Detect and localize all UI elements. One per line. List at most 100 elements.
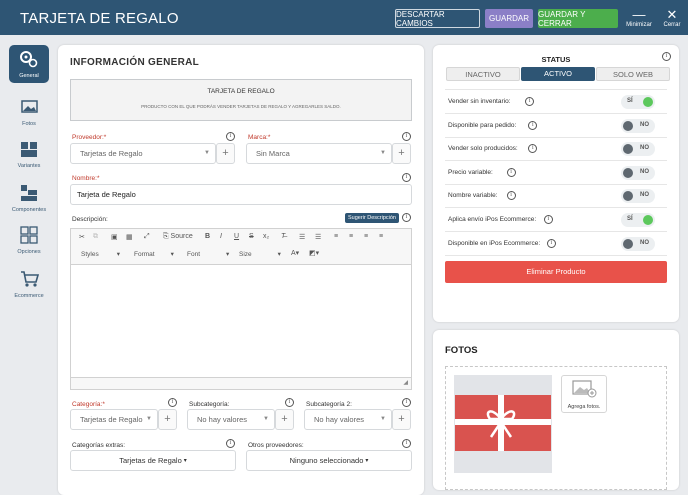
copy-icon[interactable]: ⧉ — [93, 233, 98, 241]
sidebar-item-general[interactable]: General — [9, 45, 49, 83]
align-center-icon[interactable]: ≡ — [349, 233, 353, 240]
other-providers-select[interactable]: Ninguno seleccionado ▾ — [246, 450, 412, 471]
status-row-label: Nombre variable: — [448, 192, 498, 200]
toggle-switch[interactable]: NO — [621, 118, 655, 133]
background-color-icon[interactable]: ◩▾ — [309, 249, 319, 257]
format-dropdown[interactable]: Format ▾ — [134, 250, 174, 258]
provider-select[interactable]: Tarjetas de Regalo ▼ — [70, 143, 216, 164]
delete-product-button[interactable]: Eliminar Producto — [445, 261, 667, 283]
info-icon[interactable]: i — [402, 173, 411, 182]
underline-icon[interactable]: U — [234, 233, 239, 240]
required-mark: * — [267, 134, 271, 141]
add-brand-button[interactable]: + — [392, 143, 411, 164]
size-dropdown[interactable]: Size ▾ — [239, 250, 281, 258]
status-tab-inactive[interactable]: INACTIVO — [446, 67, 520, 81]
align-left-icon[interactable]: ≡ — [334, 233, 338, 240]
window-header: TARJETA DE REGALO DESCARTAR CAMBIOS GUAR… — [0, 0, 688, 35]
add-category-button[interactable]: + — [158, 409, 177, 430]
toggle-switch[interactable]: SÍ — [621, 213, 655, 227]
sidebar-item-photos[interactable]: Fotos — [9, 97, 49, 127]
suggest-description-button[interactable]: Sugerir Descripción — [345, 213, 399, 223]
status-row-label: Disponible para pedido: — [448, 121, 517, 129]
info-icon[interactable]: i — [402, 132, 411, 141]
source-button[interactable]: ⎘ Source — [163, 233, 193, 241]
maximize-icon[interactable]: ⤢ — [144, 233, 150, 241]
strikethrough-icon[interactable]: S — [249, 233, 254, 240]
add-provider-button[interactable]: + — [216, 143, 235, 164]
subcategory-value: No hay valores — [197, 415, 248, 424]
sidebar-item-ecommerce[interactable]: Ecommerce — [9, 269, 49, 299]
save-button[interactable]: GUARDAR — [485, 9, 533, 28]
toggle-switch[interactable]: NO — [621, 236, 655, 251]
font-dropdown[interactable]: Font ▾ — [187, 250, 229, 258]
bold-icon[interactable]: B — [205, 233, 210, 240]
status-tab-active[interactable]: ACTIVO — [521, 67, 595, 81]
status-row-label: Vender sin inventario: — [448, 98, 511, 105]
category-label-text: Categoría: — [72, 401, 103, 408]
sidebar-item-options[interactable]: Opciones — [9, 225, 49, 255]
sidebar-item-components[interactable]: Componentes — [9, 183, 49, 213]
subscript-icon[interactable]: x₂ — [263, 233, 269, 240]
save-and-close-button[interactable]: GUARDAR Y CERRAR — [538, 9, 618, 28]
justify-icon[interactable]: ≡ — [379, 233, 383, 240]
chevron-down-icon: ▾ — [170, 251, 174, 258]
info-icon[interactable]: i — [543, 215, 553, 224]
category-select[interactable]: Tarjetas de Regalo ▼ — [70, 409, 158, 430]
info-icon[interactable]: i — [402, 213, 411, 222]
other-providers-value: Ninguno seleccionado — [289, 456, 364, 465]
font-label: Font — [187, 251, 201, 258]
photos-dropzone[interactable]: Agrega fotos. — [445, 366, 667, 490]
components-icon — [21, 185, 37, 201]
close-button[interactable]: ✕ Cerrar — [657, 8, 687, 29]
status-row: Vender solo producidos: i NO — [445, 137, 667, 162]
info-icon[interactable]: i — [168, 398, 177, 407]
image-icon[interactable]: ▣ — [111, 233, 118, 241]
info-icon[interactable]: i — [226, 132, 235, 141]
add-photos-button[interactable]: Agrega fotos. — [561, 375, 607, 413]
align-right-icon[interactable]: ≡ — [364, 233, 368, 240]
photo-thumbnail[interactable] — [454, 375, 552, 473]
bullet-list-icon[interactable]: ☰ — [315, 233, 321, 241]
info-icon[interactable]: i — [402, 439, 411, 448]
info-icon[interactable]: i — [402, 398, 411, 407]
toggle-switch[interactable]: NO — [621, 142, 655, 157]
gears-icon — [20, 51, 38, 68]
toggle-knob — [623, 191, 633, 202]
italic-icon[interactable]: I — [220, 233, 222, 240]
minimize-icon: — — [632, 7, 646, 22]
subcategory-select[interactable]: No hay valores ▼ — [187, 409, 275, 430]
add-subcategory2-button[interactable]: + — [392, 409, 411, 430]
brand-select[interactable]: Sin Marca ▼ — [246, 143, 392, 164]
toggle-switch[interactable]: SÍ — [621, 95, 655, 109]
numbered-list-icon[interactable]: ☰ — [299, 233, 305, 241]
info-icon[interactable]: i — [506, 191, 516, 201]
provider-value: Tarjetas de Regalo — [80, 149, 143, 158]
minimize-button[interactable]: — Minimizar — [624, 7, 654, 29]
toggle-switch[interactable]: NO — [621, 165, 655, 180]
info-icon[interactable]: i — [546, 238, 556, 248]
info-icon[interactable]: i — [285, 398, 294, 407]
toggle-switch[interactable]: NO — [621, 189, 655, 204]
sidebar-item-variants[interactable]: Variantes — [9, 139, 49, 169]
text-color-icon[interactable]: A▾ — [291, 249, 299, 257]
required-mark: * — [102, 401, 105, 408]
cut-icon[interactable]: ✂ — [79, 233, 85, 241]
info-icon[interactable]: i — [528, 120, 538, 130]
subcategory2-select[interactable]: No hay valores ▼ — [304, 409, 392, 430]
discard-changes-button[interactable]: DESCARTAR CAMBIOS — [395, 9, 480, 28]
add-subcategory-button[interactable]: + — [275, 409, 294, 430]
category-value: Tarjetas de Regalo — [80, 415, 143, 424]
info-icon[interactable]: i — [506, 167, 516, 177]
remove-format-icon[interactable]: T̶ — [281, 233, 285, 240]
extra-categories-select[interactable]: Tarjetas de Regalo ▾ — [70, 450, 236, 471]
table-icon[interactable]: ▦ — [126, 233, 133, 241]
info-icon[interactable]: i — [525, 97, 535, 106]
status-tab-web-only[interactable]: SOLO WEB — [596, 67, 670, 81]
status-row: Precio variable: i NO — [445, 161, 667, 185]
gift-card-image — [455, 395, 551, 451]
info-icon[interactable]: i — [528, 144, 538, 154]
info-icon[interactable]: i — [226, 439, 235, 448]
styles-dropdown[interactable]: Styles ▾ — [81, 250, 120, 258]
name-input[interactable]: Tarjeta de Regalo — [70, 184, 412, 205]
resize-handle-icon[interactable]: ◢ — [403, 379, 408, 386]
